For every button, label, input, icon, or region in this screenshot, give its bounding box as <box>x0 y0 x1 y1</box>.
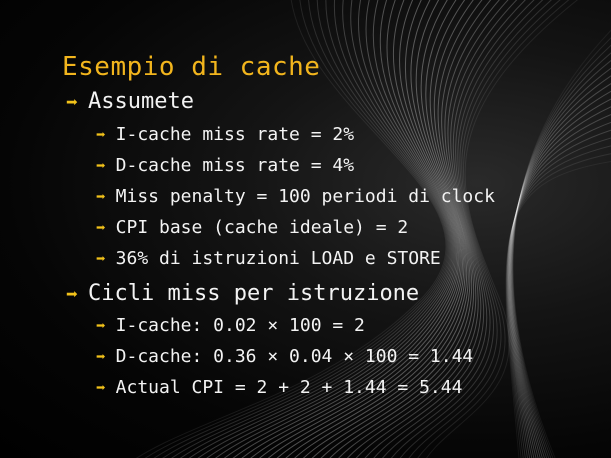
sub-bullet-icache-cycles: ➡ I-cache: 0.02 × 100 = 2 <box>96 315 365 336</box>
sub-bullet-text: D-cache miss rate = 4% <box>115 155 355 176</box>
sub-bullet-text: 36% di istruzioni LOAD e STORE <box>115 248 441 269</box>
sub-bullet-cpi-base: ➡ CPI base (cache ideale) = 2 <box>96 217 408 238</box>
sub-bullet-text: D-cache: 0.36 × 0.04 × 100 = 1.44 <box>115 346 474 367</box>
sub-bullet-actual-cpi: ➡ Actual CPI = 2 + 2 + 1.44 = 5.44 <box>96 377 462 398</box>
arrow-bullet-icon: ➡ <box>96 346 106 366</box>
arrow-bullet-icon: ➡ <box>96 155 106 175</box>
sub-bullet-load-store: ➡ 36% di istruzioni LOAD e STORE <box>96 248 441 269</box>
arrow-bullet-icon: ➡ <box>96 186 106 206</box>
sub-bullet-text: Actual CPI = 2 + 2 + 1.44 = 5.44 <box>115 377 463 398</box>
sub-bullet-dcache-cycles: ➡ D-cache: 0.36 × 0.04 × 100 = 1.44 <box>96 346 473 367</box>
sub-bullet-text: CPI base (cache ideale) = 2 <box>115 217 409 238</box>
arrow-bullet-icon: ➡ <box>96 124 106 144</box>
slide-title: Esempio di cache <box>62 52 321 82</box>
arrow-bullet-icon: ➡ <box>66 89 79 114</box>
sub-bullet-dcache-miss-rate: ➡ D-cache miss rate = 4% <box>96 155 354 176</box>
sub-bullet-text: Miss penalty = 100 periodi di clock <box>115 186 495 207</box>
bullet-assumete: ➡ Assumete <box>66 89 194 114</box>
bullet-label: Assumete <box>88 89 195 114</box>
arrow-bullet-icon: ➡ <box>96 248 106 268</box>
arrow-bullet-icon: ➡ <box>96 315 106 335</box>
arrow-bullet-icon: ➡ <box>96 377 106 397</box>
slide-content: Esempio di cache ➡ Assumete ➡ I-cache mi… <box>0 0 611 458</box>
slide: Esempio di cache ➡ Assumete ➡ I-cache mi… <box>0 0 611 458</box>
bullet-label: Cicli miss per istruzione <box>88 281 420 306</box>
sub-bullet-miss-penalty: ➡ Miss penalty = 100 periodi di clock <box>96 186 495 207</box>
sub-bullet-icache-miss-rate: ➡ I-cache miss rate = 2% <box>96 124 354 145</box>
sub-bullet-text: I-cache miss rate = 2% <box>115 124 355 145</box>
sub-bullet-text: I-cache: 0.02 × 100 = 2 <box>115 315 365 336</box>
arrow-bullet-icon: ➡ <box>66 281 79 306</box>
arrow-bullet-icon: ➡ <box>96 217 106 237</box>
bullet-cicli-miss: ➡ Cicli miss per istruzione <box>66 281 419 306</box>
